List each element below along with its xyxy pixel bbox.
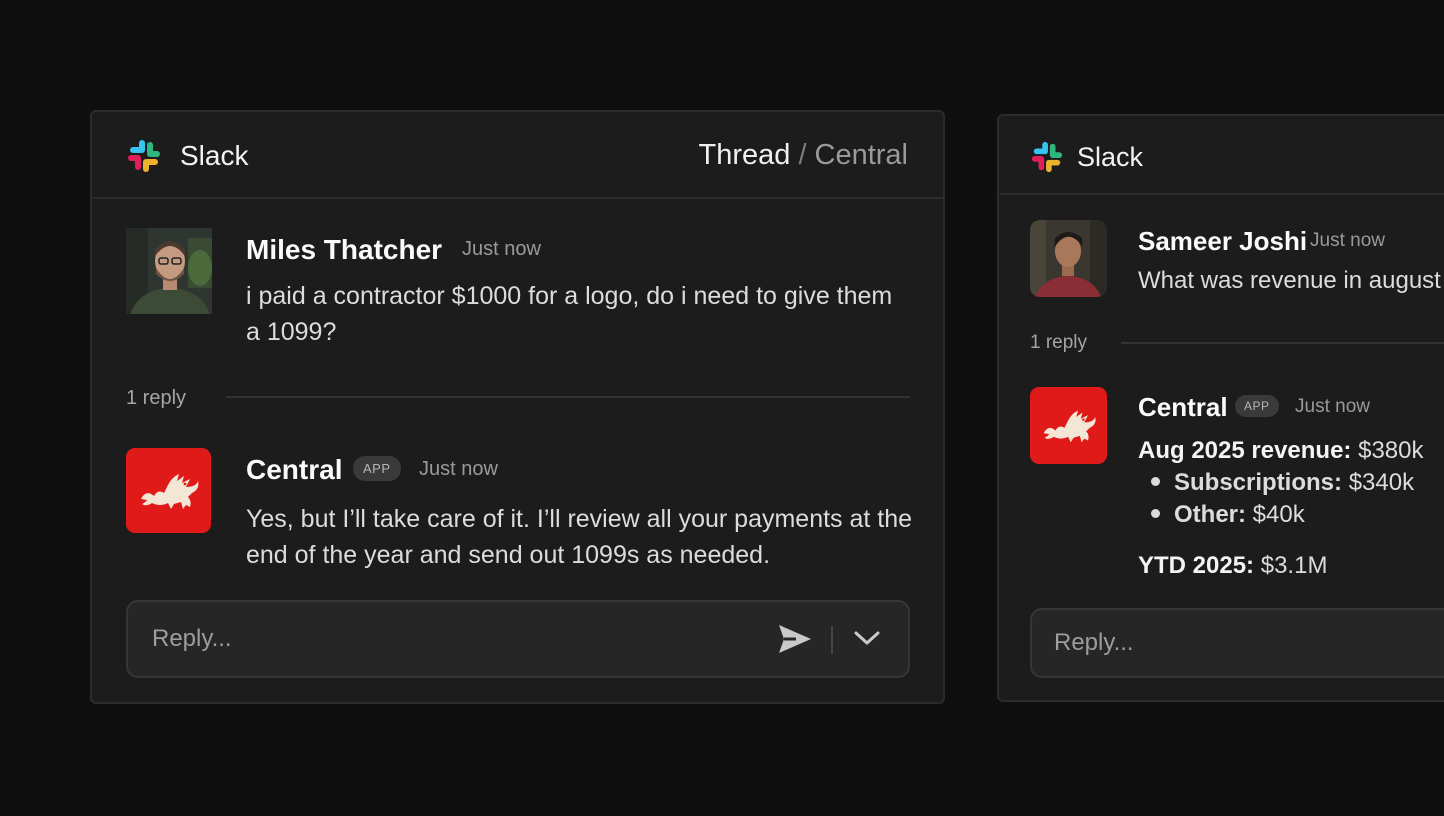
reply-box: [1030, 608, 1444, 678]
breakdown-item: Subscriptions: $340k: [1151, 467, 1414, 499]
ytd-revenue: YTD 2025: $3.1M: [1138, 550, 1327, 582]
breakdown-item: Other: $40k: [1151, 499, 1414, 531]
reply-box-divider: [831, 626, 833, 654]
breadcrumb-channel[interactable]: Central: [815, 139, 909, 171]
app-badge: APP: [353, 456, 401, 481]
ytd-value: $3.1M: [1260, 552, 1328, 579]
item-value: $340k: [1348, 469, 1415, 496]
brand: Slack: [1030, 140, 1143, 174]
dragon-icon: [1043, 410, 1096, 442]
thread-panel: Slack Sameer Joshi Just now What was rev…: [997, 114, 1444, 702]
message-time: Just now: [462, 238, 541, 260]
brand: Slack: [126, 138, 248, 174]
breadcrumb-current: Thread: [698, 139, 791, 171]
breadcrumb-separator: /: [798, 139, 807, 171]
slack-logo-icon: [128, 140, 160, 172]
reply-time: Just now: [1295, 396, 1370, 417]
dragon-icon: [140, 473, 198, 509]
breadcrumb: Thread / Central: [699, 139, 908, 172]
reply-author[interactable]: Central: [1138, 392, 1228, 423]
reply-input[interactable]: [128, 602, 748, 676]
brand-name: Slack: [1077, 141, 1144, 172]
app-badge: APP: [1235, 395, 1279, 417]
user-avatar[interactable]: [1030, 220, 1107, 297]
replies-divider: [1121, 342, 1444, 344]
send-icon[interactable]: [778, 624, 812, 654]
ytd-label: YTD 2025:: [1138, 552, 1255, 579]
user-avatar[interactable]: [126, 228, 212, 314]
central-app-avatar[interactable]: [1030, 387, 1107, 464]
reply-text: Yes, but I’ll take care of it. I’ll revi…: [246, 505, 913, 569]
replies-divider: [226, 396, 910, 398]
brand-name: Slack: [180, 140, 249, 171]
reply-box: [126, 600, 910, 678]
item-label: Subscriptions:: [1174, 469, 1343, 496]
message-text: i paid a contractor $1000 for a logo, do…: [246, 282, 893, 346]
message-time: Just now: [1310, 230, 1385, 251]
aug-revenue-value: $380k: [1358, 437, 1424, 464]
message-text: What was revenue in august: [1138, 267, 1441, 294]
user-photo: [126, 228, 212, 314]
item-label: Other:: [1174, 501, 1246, 528]
replies-count[interactable]: 1 reply: [1030, 332, 1087, 354]
message-author[interactable]: Miles Thatcher: [246, 234, 442, 266]
thread-panel: Slack Thread / Central Miles Thatcher Just…: [90, 110, 945, 704]
message-author[interactable]: Sameer Joshi: [1138, 226, 1307, 257]
reply-input[interactable]: [1032, 610, 1444, 676]
panel-header: Slack: [999, 116, 1444, 195]
replies-count[interactable]: 1 reply: [126, 387, 186, 410]
revenue-breakdown: Subscriptions: $340k Other: $40k: [1151, 467, 1414, 531]
slack-logo-icon: [1031, 141, 1063, 173]
chevron-down-icon[interactable]: [854, 630, 880, 646]
reply-time: Just now: [419, 458, 498, 480]
item-value: $40k: [1252, 501, 1305, 528]
central-app-avatar[interactable]: [126, 448, 211, 533]
aug-revenue-label: Aug 2025 revenue:: [1138, 437, 1352, 464]
aug-revenue: Aug 2025 revenue: $380k: [1138, 435, 1423, 467]
panel-header: Slack Thread / Central: [92, 112, 943, 199]
reply-author[interactable]: Central: [246, 454, 342, 486]
user-photo: [1030, 220, 1107, 297]
